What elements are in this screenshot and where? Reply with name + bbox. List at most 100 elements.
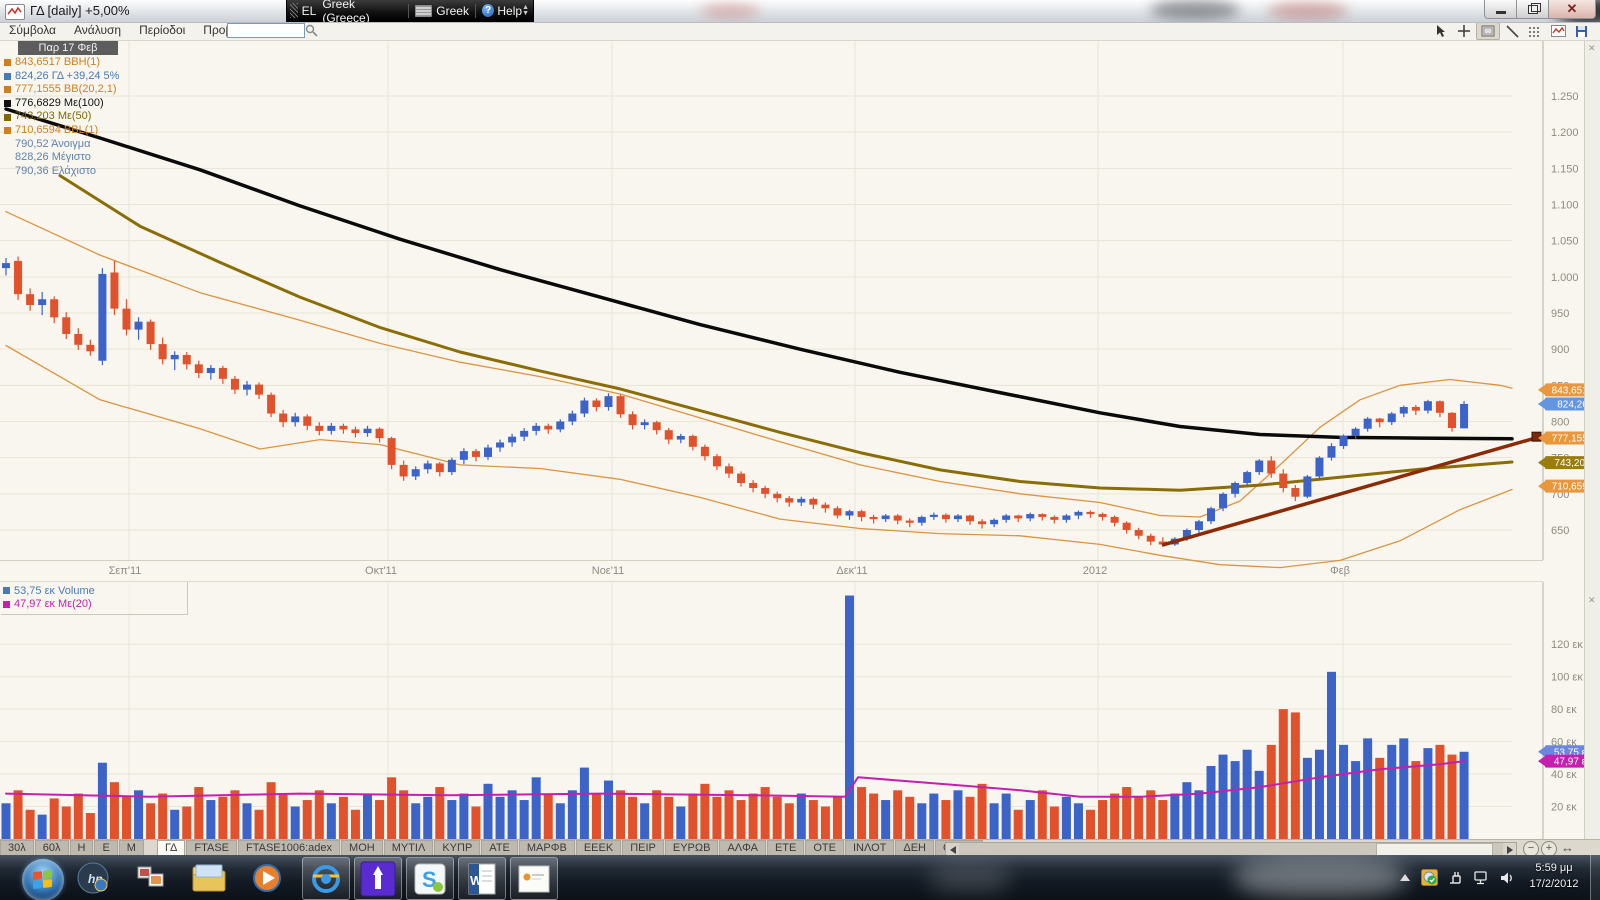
close-price-panel-icon[interactable]: ✕ bbox=[1588, 43, 1596, 54]
legend-label: 790,36 Ελάχιστο bbox=[15, 165, 96, 179]
legend-row: 47,97 εκ Με(20) bbox=[1, 598, 187, 612]
explorer[interactable] bbox=[186, 857, 232, 898]
antivirus-tray-icon[interactable] bbox=[1421, 869, 1438, 886]
close-volume-panel-icon[interactable]: ✕ bbox=[1588, 595, 1596, 606]
volume-tick-label: 20 εκ bbox=[1551, 802, 1577, 814]
glass-smudge bbox=[930, 863, 1010, 893]
divider bbox=[408, 4, 409, 18]
tab-symbol-FTASE[interactable]: FTASE bbox=[186, 840, 237, 855]
network-tray-icon[interactable] bbox=[1473, 871, 1489, 885]
tab-symbol-ΚΥΠΡ[interactable]: ΚΥΠΡ bbox=[434, 840, 480, 855]
tab-symbol-ΜΟΗ[interactable]: ΜΟΗ bbox=[341, 840, 383, 855]
tab-symbol-ΜΑΡΦΒ[interactable]: ΜΑΡΦΒ bbox=[519, 840, 575, 855]
legend-label: 843,6517 BBH(1) bbox=[15, 56, 100, 70]
tab-symbol-ΑΤΕ[interactable]: ΑΤΕ bbox=[481, 840, 518, 855]
legend-swatch bbox=[4, 127, 11, 134]
chart-tool-icon[interactable] bbox=[1547, 23, 1569, 39]
tab-symbol-ΕΤΕ[interactable]: ΕΤΕ bbox=[767, 840, 804, 855]
legend-row: 824,26 ΓΔ +39,24 5% bbox=[2, 70, 119, 84]
save-tool-icon[interactable] bbox=[1570, 23, 1592, 39]
menubar: ΣύμβολαΑνάλυσηΠερίοδοιΠροβολή bbox=[0, 22, 1600, 41]
internet-explorer[interactable] bbox=[302, 857, 350, 900]
tab-symbol-ΑΛΦΑ[interactable]: ΑΛΦΑ bbox=[719, 840, 765, 855]
start-button[interactable] bbox=[8, 857, 60, 898]
tab-period-Ε[interactable]: Ε bbox=[94, 840, 117, 855]
tab-symbol-ΔΕΗ[interactable]: ΔΕΗ bbox=[895, 840, 934, 855]
price-tick-label: 900 bbox=[1551, 344, 1569, 356]
keyboard-layout[interactable]: Greek bbox=[436, 4, 469, 18]
price-chart[interactable]: 1.2501.2001.1501.1001.0501.0009509008508… bbox=[0, 0, 1600, 856]
fit-width-icon[interactable]: ↔ bbox=[1561, 840, 1574, 855]
skype[interactable]: S bbox=[406, 857, 454, 900]
language-bar[interactable]: EL Greek (Greece) Greek ? Help ▲▼ bbox=[286, 0, 534, 22]
application-window: 1.2501.2001.1501.1001.0501.0009509008508… bbox=[0, 0, 1600, 900]
windows-taskbar: hp SW 5:59 μμ 17/2/2012 bbox=[0, 855, 1600, 900]
legend-label: 824,26 ΓΔ +39,24 5% bbox=[15, 70, 119, 84]
hidden-icons-tray-icon[interactable] bbox=[1399, 873, 1411, 883]
tab-symbol-ΟΤΕ[interactable]: ΟΤΕ bbox=[805, 840, 844, 855]
power-tray-icon[interactable] bbox=[1448, 870, 1463, 885]
language-code[interactable]: EL bbox=[302, 4, 317, 18]
legend-row: 828,26 Μέγιστο bbox=[2, 151, 119, 165]
legend-label: 710,6594 BBL(1) bbox=[15, 124, 98, 138]
menu-item[interactable]: Σύμβολα bbox=[0, 22, 65, 37]
right-scroll-strip[interactable]: ✕ ✕ bbox=[1584, 40, 1600, 855]
tab-symbol-ΠΕΙΡ[interactable]: ΠΕΙΡ bbox=[622, 840, 664, 855]
legend-row: 53,75 εκ Volume bbox=[1, 584, 187, 598]
volume-tray-icon[interactable] bbox=[1499, 871, 1515, 885]
keyboard-icon[interactable] bbox=[415, 5, 432, 17]
grid-tool-icon[interactable] bbox=[1524, 23, 1546, 39]
chart-icon bbox=[5, 4, 25, 20]
tab-symbol-ΓΔ[interactable]: ΓΔ bbox=[157, 840, 185, 855]
tab-period-30λ[interactable]: 30λ bbox=[0, 840, 34, 855]
legend-swatch bbox=[4, 86, 11, 93]
menu-item[interactable]: Ανάλυση bbox=[65, 22, 130, 37]
legend-swatch bbox=[4, 168, 11, 175]
langbar-options-arrows[interactable]: ▲▼ bbox=[522, 5, 529, 17]
tab-period-Η[interactable]: Η bbox=[70, 840, 94, 855]
clock-date: 17/2/2012 bbox=[1520, 876, 1588, 892]
tab-symbol-ΕΥΡΩΒ[interactable]: ΕΥΡΩΒ bbox=[665, 840, 719, 855]
help-label[interactable]: Help bbox=[497, 4, 522, 18]
tab-symbol-ΙΝΛΟΤ[interactable]: ΙΝΛΟΤ bbox=[845, 840, 894, 855]
titlebar[interactable]: ΓΔ [daily] +5,00% EL Greek (Greece) Gree… bbox=[0, 0, 1600, 23]
crosshair-tool-icon[interactable] bbox=[1453, 23, 1475, 39]
close-button[interactable]: ✕ bbox=[1548, 0, 1596, 19]
tab-period-60λ[interactable]: 60λ bbox=[35, 840, 69, 855]
date-header: Παρ 17 Φεβ bbox=[18, 41, 118, 55]
photo-viewer[interactable] bbox=[128, 857, 174, 898]
line-tool-icon[interactable] bbox=[1501, 23, 1523, 39]
tab-symbol-ΜΥΤΙΛ[interactable]: ΜΥΤΙΛ bbox=[384, 840, 434, 855]
word[interactable]: W bbox=[458, 857, 506, 900]
price-tick-label: 650 bbox=[1551, 525, 1569, 537]
help-icon[interactable]: ? bbox=[482, 4, 494, 17]
cursor-tool-icon[interactable] bbox=[1430, 23, 1452, 39]
media-player[interactable] bbox=[244, 857, 290, 898]
price-tick-label: 1.200 bbox=[1551, 127, 1579, 139]
legend-row: 790,52 Άνοιγμα bbox=[2, 138, 119, 152]
legend-row: 710,6594 BBL(1) bbox=[2, 124, 119, 138]
trendline-handle[interactable] bbox=[1532, 432, 1541, 441]
menu-item[interactable]: Περίοδοι bbox=[130, 22, 194, 37]
price-tick-label: 1.000 bbox=[1551, 272, 1579, 284]
box-tool-icon[interactable] bbox=[1476, 22, 1500, 40]
tab-symbol-FTASE1006:adex[interactable]: FTASE1006:adex bbox=[238, 840, 340, 855]
minimize-button[interactable] bbox=[1484, 0, 1517, 19]
taskbar-clock[interactable]: 5:59 μμ 17/2/2012 bbox=[1520, 860, 1588, 892]
restore-button[interactable] bbox=[1516, 0, 1549, 19]
divider bbox=[475, 4, 476, 18]
chart-app[interactable] bbox=[354, 857, 402, 900]
language-name[interactable]: Greek (Greece) bbox=[322, 0, 402, 23]
tab-symbol-ΕΕΕΚ[interactable]: ΕΕΕΚ bbox=[576, 840, 621, 855]
langbar-grip-handle[interactable] bbox=[290, 3, 298, 18]
symbol-search-input[interactable] bbox=[227, 23, 305, 38]
legend-row: 843,6517 BBH(1) bbox=[2, 56, 119, 70]
search-icon[interactable] bbox=[305, 24, 318, 40]
app-window[interactable] bbox=[510, 857, 558, 900]
tab-period-Μ[interactable]: Μ bbox=[119, 840, 144, 855]
legend-swatch bbox=[4, 100, 11, 107]
legend-swatch bbox=[4, 154, 11, 161]
show-desktop-button[interactable] bbox=[1590, 855, 1600, 900]
hp-app[interactable]: hp bbox=[70, 857, 116, 898]
window-title: ΓΔ [daily] +5,00% bbox=[30, 3, 130, 18]
